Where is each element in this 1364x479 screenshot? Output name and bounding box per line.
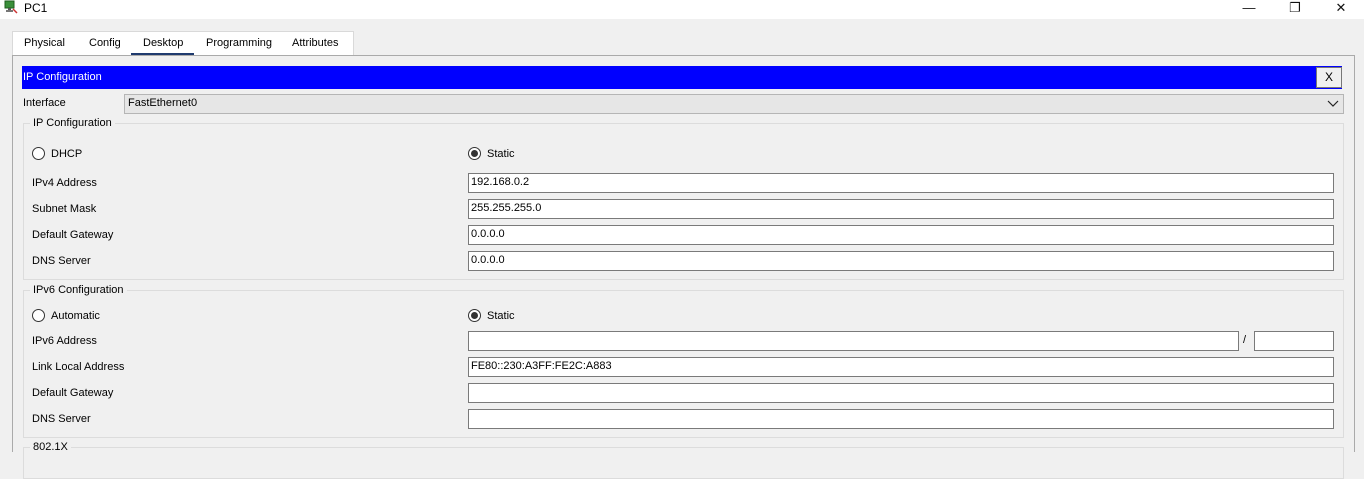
ipv6-address-label: IPv6 Address <box>32 335 97 347</box>
tab-programming[interactable]: Programming <box>206 32 272 54</box>
ipv4-address-value: 192.168.0.2 <box>471 176 530 188</box>
ipv4-dns-server-input[interactable]: 0.0.0.0 <box>468 251 1334 271</box>
ipv4-address-input[interactable]: 192.168.0.2 <box>468 173 1334 193</box>
ipv4-dns-server-label: DNS Server <box>32 255 91 267</box>
static-ipv4-radio[interactable] <box>468 147 481 160</box>
maximize-button[interactable]: ❐ <box>1272 0 1318 18</box>
ipv6-dns-server-input[interactable] <box>468 409 1334 429</box>
subnet-mask-value: 255.255.255.0 <box>471 202 542 214</box>
static-ipv6-radio[interactable] <box>468 309 481 322</box>
dot1x-group-legend: 802.1X <box>30 441 71 453</box>
ipv6-address-input[interactable] <box>468 331 1239 351</box>
close-ip-config-button[interactable]: X <box>1316 67 1342 88</box>
link-local-address-value: FE80::230:A3FF:FE2C:A883 <box>471 360 612 372</box>
tab-desktop[interactable]: Desktop <box>143 32 183 54</box>
static-ipv6-label: Static <box>487 310 515 322</box>
subnet-mask-input[interactable]: 255.255.255.0 <box>468 199 1334 219</box>
ipv6-default-gateway-label: Default Gateway <box>32 387 114 399</box>
interface-label: Interface <box>23 97 66 109</box>
prefix-separator: / <box>1243 334 1247 346</box>
ip-config-header: IP Configuration X <box>22 66 1342 89</box>
tab-bar: Physical Config Desktop Programming Attr… <box>12 31 354 56</box>
tab-physical[interactable]: Physical <box>24 32 65 54</box>
dhcp-label: DHCP <box>51 148 83 160</box>
radio-selected-dot <box>471 150 478 157</box>
ipv6-prefix-length-input[interactable] <box>1254 331 1334 351</box>
window-title: PC1 <box>24 1 48 15</box>
ipv4-group-legend: IP Configuration <box>30 117 115 129</box>
tab-attributes[interactable]: Attributes <box>292 32 338 54</box>
chevron-down-icon <box>1327 100 1339 107</box>
minimize-button[interactable]: — <box>1226 0 1272 18</box>
dhcp-radio[interactable] <box>32 147 45 160</box>
ipv4-address-label: IPv4 Address <box>32 177 97 189</box>
subnet-mask-label: Subnet Mask <box>32 203 97 215</box>
radio-selected-dot <box>471 312 478 319</box>
title-bar: PC1 — ❐ ✕ <box>0 0 1364 19</box>
link-local-address-label: Link Local Address <box>32 361 125 373</box>
ipv4-default-gateway-value: 0.0.0.0 <box>471 228 505 240</box>
ipv4-dns-server-value: 0.0.0.0 <box>471 254 505 266</box>
static-ipv4-label: Static <box>487 148 515 160</box>
link-local-address-input[interactable]: FE80::230:A3FF:FE2C:A883 <box>468 357 1334 377</box>
pc-icon <box>4 0 18 14</box>
close-window-button[interactable]: ✕ <box>1318 0 1364 18</box>
ipv6-dns-server-label: DNS Server <box>32 413 91 425</box>
interface-select[interactable]: FastEthernet0 <box>124 94 1344 114</box>
ipv4-default-gateway-label: Default Gateway <box>32 229 114 241</box>
ipv6-default-gateway-input[interactable] <box>468 383 1334 403</box>
automatic-radio[interactable] <box>32 309 45 322</box>
interface-select-value: FastEthernet0 <box>128 97 198 109</box>
ip-config-title: IP Configuration <box>23 71 102 83</box>
tab-config[interactable]: Config <box>89 32 121 54</box>
automatic-label: Automatic <box>51 310 100 322</box>
dot1x-config-group: 802.1X <box>23 441 1344 479</box>
ipv6-group-legend: IPv6 Configuration <box>30 284 127 296</box>
ipv4-default-gateway-input[interactable]: 0.0.0.0 <box>468 225 1334 245</box>
